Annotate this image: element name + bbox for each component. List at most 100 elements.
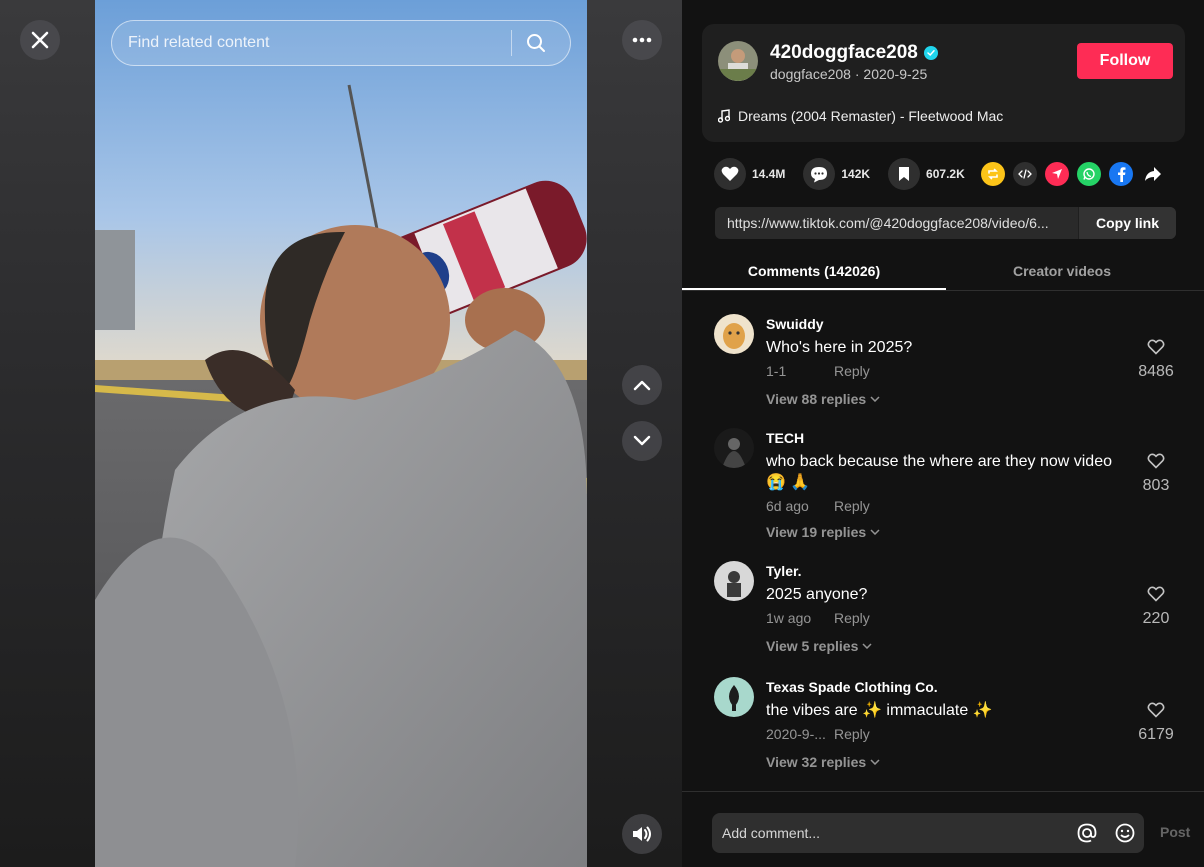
chevron-up-icon: [633, 380, 651, 391]
comment-action[interactable]: 142K: [803, 158, 870, 190]
emoji-button[interactable]: [1106, 823, 1144, 843]
search-bar[interactable]: [111, 20, 571, 66]
comment-meta: 1-1 Reply: [766, 363, 870, 379]
reply-button[interactable]: Reply: [834, 363, 870, 379]
video-area: [0, 0, 682, 867]
view-replies-label: View 5 replies: [766, 638, 859, 654]
comment-username[interactable]: TECH: [766, 430, 804, 446]
heart-outline-icon: [1147, 586, 1165, 602]
more-dots-icon: [632, 37, 652, 43]
like-action[interactable]: 14.4M: [714, 158, 785, 190]
embed-icon[interactable]: [1012, 162, 1037, 186]
creator-handle-date: doggface208 · 2020-9-25: [770, 66, 928, 82]
heart-outline-icon: [1147, 702, 1165, 718]
chevron-down-icon: [870, 759, 880, 765]
save-action[interactable]: 607.2K: [888, 158, 965, 190]
repost-icon[interactable]: [980, 162, 1005, 186]
details-panel: 420doggface208 doggface208 · 2020-9-25 F…: [682, 0, 1204, 867]
comment-item: Texas Spade Clothing Co. the vibes are ✨…: [714, 677, 1204, 777]
comment-username[interactable]: Texas Spade Clothing Co.: [766, 679, 938, 695]
comment-text: the vibes are ✨ immaculate ✨: [766, 702, 993, 719]
tab-comments[interactable]: Comments (142026): [682, 250, 946, 290]
comment-avatar[interactable]: [714, 314, 754, 354]
search-icon: [527, 34, 545, 52]
creator-card: 420doggface208 doggface208 · 2020-9-25 F…: [702, 24, 1185, 142]
action-bar: 14.4M 142K 607.2K: [714, 158, 1165, 190]
reply-button[interactable]: Reply: [834, 726, 870, 742]
comment-input-box[interactable]: [712, 813, 1144, 853]
chevron-down-icon: [633, 435, 651, 446]
view-replies-button[interactable]: View 88 replies: [766, 391, 880, 407]
comment-like[interactable]: 220: [1126, 586, 1186, 628]
post-button[interactable]: Post: [1160, 824, 1190, 840]
next-video-button[interactable]: [622, 421, 662, 461]
verified-badge-icon: [923, 46, 938, 60]
comment-avatar[interactable]: [714, 561, 754, 601]
comment-text: 2025 anyone?: [766, 586, 868, 603]
follow-button[interactable]: Follow: [1077, 43, 1173, 79]
comment-time: 6d ago: [766, 498, 809, 514]
comment-meta: 2020-9-... Reply: [766, 726, 870, 742]
whatsapp-icon[interactable]: [1076, 162, 1101, 186]
view-replies-button[interactable]: View 19 replies: [766, 524, 880, 540]
heart-outline-icon: [1147, 453, 1165, 469]
view-replies-button[interactable]: View 5 replies: [766, 638, 872, 654]
creator-username[interactable]: 420doggface208: [770, 42, 938, 64]
comment-meta: 1w ago Reply: [766, 610, 870, 626]
comment-like-count: 220: [1142, 610, 1170, 627]
comment-item: Tyler. 2025 anyone? 1w ago Reply View 5 …: [714, 561, 1204, 661]
previous-video-button[interactable]: [622, 365, 662, 405]
chevron-down-icon: [870, 396, 880, 402]
search-button[interactable]: [526, 33, 562, 53]
comment-like[interactable]: 6179: [1126, 702, 1186, 744]
tab-creator-videos[interactable]: Creator videos: [946, 250, 1178, 290]
creator-avatar[interactable]: [718, 41, 758, 81]
save-button[interactable]: [888, 158, 921, 190]
facebook-icon[interactable]: [1108, 162, 1133, 186]
at-mention-icon: [1077, 823, 1097, 843]
comment-username[interactable]: Tyler.: [766, 563, 802, 579]
heart-outline-icon: [1147, 339, 1165, 355]
music-title: Dreams (2004 Remaster) - Fleetwood Mac: [738, 108, 1004, 124]
video-link-row: https://www.tiktok.com/@420doggface208/v…: [715, 207, 1176, 239]
comment-input[interactable]: [722, 825, 1068, 841]
comment-bubble-icon: [811, 166, 828, 182]
comment-like-count: 6179: [1138, 726, 1174, 743]
comment-like-count: 8486: [1138, 363, 1174, 380]
reply-button[interactable]: Reply: [834, 610, 870, 626]
send-icon[interactable]: [1044, 162, 1069, 186]
reply-button[interactable]: Reply: [834, 498, 870, 514]
copy-link-button[interactable]: Copy link: [1078, 207, 1176, 239]
comment-avatar[interactable]: [714, 677, 754, 717]
comment-button[interactable]: [803, 158, 836, 190]
comment-avatar[interactable]: [714, 428, 754, 468]
comment-time: 1w ago: [766, 610, 812, 626]
more-options-button[interactable]: [622, 20, 662, 60]
mention-button[interactable]: [1068, 823, 1106, 843]
comment-time: 1-1: [766, 363, 787, 379]
comment-like[interactable]: 8486: [1126, 339, 1186, 381]
volume-button[interactable]: [622, 814, 662, 854]
video-player[interactable]: [95, 0, 587, 867]
comment-time: 2020-9-...: [766, 726, 826, 742]
chevron-down-icon: [862, 643, 872, 649]
close-button[interactable]: [20, 20, 60, 60]
comment-like[interactable]: 803: [1126, 453, 1186, 495]
video-link-text[interactable]: https://www.tiktok.com/@420doggface208/v…: [715, 215, 1078, 231]
comment-username[interactable]: Swuiddy: [766, 316, 824, 332]
view-replies-button[interactable]: View 32 replies: [766, 754, 880, 770]
like-button[interactable]: [714, 158, 746, 190]
panel-tabs: Comments (142026) Creator videos: [682, 250, 1204, 291]
music-note-icon: [718, 109, 730, 123]
share-arrow-icon[interactable]: [1141, 162, 1165, 186]
save-count: 607.2K: [926, 167, 965, 181]
volume-icon: [633, 826, 651, 842]
comment-text: who back because the where are they now …: [766, 453, 1112, 491]
view-replies-label: View 88 replies: [766, 391, 867, 407]
search-input[interactable]: [128, 34, 511, 52]
comment-like-count: 803: [1142, 477, 1170, 494]
music-link[interactable]: Dreams (2004 Remaster) - Fleetwood Mac: [718, 108, 1003, 124]
comment-meta: 6d ago Reply: [766, 498, 870, 514]
comment-composer: Post: [682, 791, 1204, 867]
emoji-smile-icon: [1115, 823, 1135, 843]
